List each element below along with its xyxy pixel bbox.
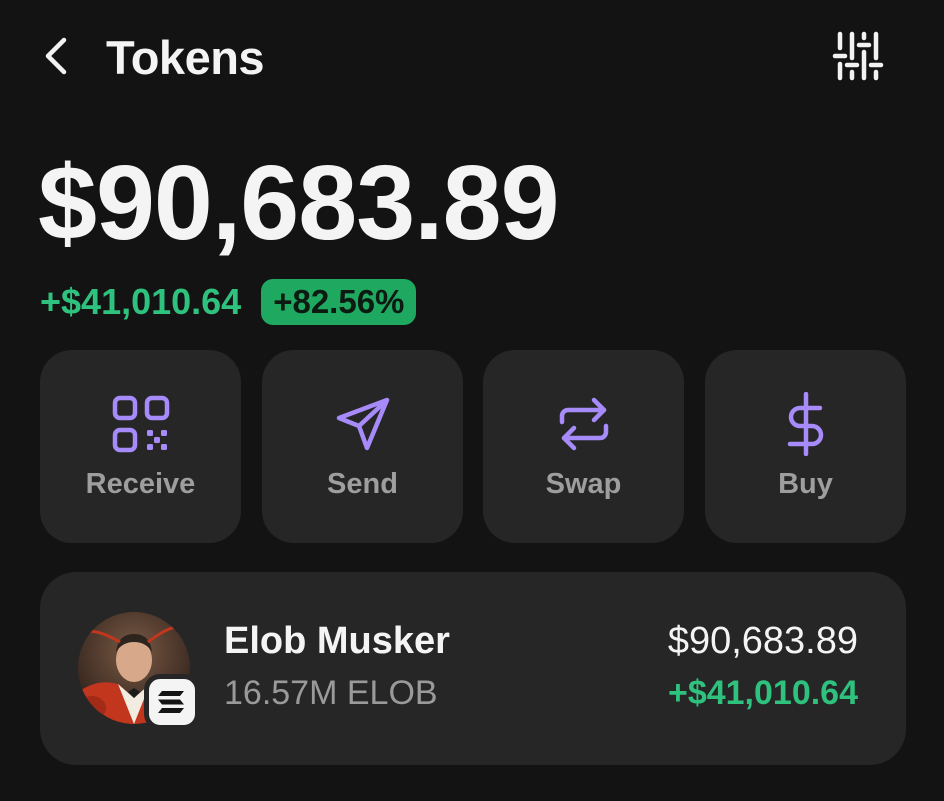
balance-change-row: +$41,010.64 +82.56% xyxy=(40,278,417,326)
dollar-icon xyxy=(787,392,823,456)
token-value: $90,683.89 xyxy=(667,620,858,662)
quick-actions: Receive Send Swap Buy xyxy=(40,350,906,543)
swap-button[interactable]: Swap xyxy=(483,350,684,543)
send-icon xyxy=(336,397,389,451)
back-button[interactable] xyxy=(36,32,80,80)
send-button[interactable]: Send xyxy=(262,350,463,543)
balance-change-amount: +$41,010.64 xyxy=(40,281,242,322)
swap-icon xyxy=(559,397,608,451)
token-name: Elob Musker xyxy=(224,620,450,662)
solana-icon xyxy=(158,691,184,713)
page-title: Tokens xyxy=(106,31,265,84)
header: Tokens xyxy=(0,24,944,88)
token-amount: 16.57M ELOB xyxy=(224,674,438,712)
swap-label: Swap xyxy=(545,468,622,500)
balance-change-percent-badge: +82.56% xyxy=(261,279,417,325)
solana-chain-badge xyxy=(144,674,200,730)
token-change: +$41,010.64 xyxy=(667,674,858,712)
filter-button[interactable] xyxy=(832,30,884,82)
sliders-icon xyxy=(832,31,884,81)
buy-button[interactable]: Buy xyxy=(705,350,906,543)
tokens-screen: Tokens $90,683.89 +$41,010.64 +82.56% Re… xyxy=(0,0,944,801)
send-label: Send xyxy=(327,468,398,500)
total-balance: $90,683.89 xyxy=(38,144,560,262)
receive-button[interactable]: Receive xyxy=(40,350,241,543)
chevron-left-icon xyxy=(45,37,67,75)
buy-label: Buy xyxy=(778,468,833,500)
token-row[interactable]: Elob Musker 16.57M ELOB $90,683.89 +$41,… xyxy=(40,572,906,765)
qr-code-icon xyxy=(112,395,169,453)
receive-label: Receive xyxy=(85,468,196,500)
